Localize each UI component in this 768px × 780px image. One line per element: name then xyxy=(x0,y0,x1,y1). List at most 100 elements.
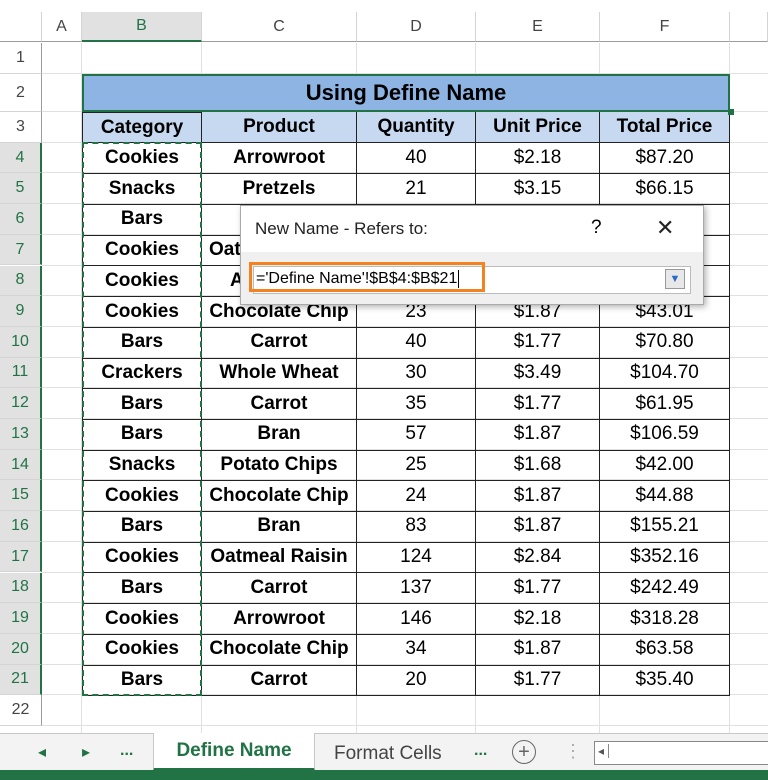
data-cell[interactable]: 35 xyxy=(357,388,476,420)
column-heading[interactable]: Unit Price xyxy=(476,112,600,143)
row-header-20[interactable]: 20 xyxy=(0,633,42,665)
next-sheet-button[interactable]: ▸ xyxy=(82,742,90,762)
row-header-19[interactable]: 19 xyxy=(0,603,42,634)
more-sheets-left[interactable]: ... xyxy=(120,742,133,760)
data-cell[interactable]: 25 xyxy=(357,449,476,482)
row-header-22[interactable]: 22 xyxy=(0,695,42,726)
row-header-18[interactable]: 18 xyxy=(0,572,42,604)
row-header-9[interactable]: 9 xyxy=(0,296,42,327)
column-heading[interactable]: Quantity xyxy=(357,112,476,143)
help-button[interactable]: ? xyxy=(591,217,602,239)
horizontal-scrollbar[interactable]: ◂ xyxy=(594,741,768,765)
refers-to-input[interactable]: ='Define Name'!$B$4:$B$21 xyxy=(256,270,460,288)
add-sheet-button[interactable]: + xyxy=(512,740,536,764)
column-header-F[interactable]: F xyxy=(600,12,730,42)
data-cell[interactable]: $87.20 xyxy=(600,142,730,175)
data-cell[interactable]: Chocolate Chip xyxy=(202,480,357,513)
data-cell[interactable]: $2.84 xyxy=(476,541,600,574)
data-cell[interactable]: 83 xyxy=(357,511,476,543)
row-header-12[interactable]: 12 xyxy=(0,388,42,419)
data-cell[interactable]: $1.87 xyxy=(476,419,600,451)
column-header-A[interactable]: A xyxy=(42,12,82,42)
data-cell[interactable]: $2.18 xyxy=(476,603,600,635)
data-cell[interactable]: $63.58 xyxy=(600,633,730,666)
data-cell[interactable]: $66.15 xyxy=(600,173,730,206)
row-header-4[interactable]: 4 xyxy=(0,142,42,174)
data-cell[interactable]: Potato Chips xyxy=(202,449,357,482)
data-cell[interactable]: $35.40 xyxy=(600,664,730,697)
column-header-B[interactable]: B xyxy=(82,12,202,42)
tab-format-cells[interactable]: Format Cells xyxy=(334,743,442,765)
data-cell[interactable]: 40 xyxy=(357,326,476,359)
data-cell[interactable]: $1.77 xyxy=(476,326,600,359)
column-heading[interactable]: Product xyxy=(202,112,357,143)
data-cell[interactable]: $242.49 xyxy=(600,572,730,605)
data-cell[interactable]: 34 xyxy=(357,633,476,666)
data-cell[interactable]: 57 xyxy=(357,419,476,451)
data-cell[interactable]: $106.59 xyxy=(600,419,730,451)
data-cell[interactable]: Whole Wheat xyxy=(202,357,357,390)
data-cell[interactable]: Chocolate Chip xyxy=(202,633,357,666)
data-cell[interactable]: 40 xyxy=(357,142,476,175)
row-header-14[interactable]: 14 xyxy=(0,449,42,481)
column-header-C[interactable]: C xyxy=(202,12,357,42)
column-heading[interactable]: Total Price xyxy=(600,112,730,143)
row-header-5[interactable]: 5 xyxy=(0,173,42,205)
data-cell[interactable]: 30 xyxy=(357,357,476,390)
data-cell[interactable]: Arrowroot xyxy=(202,142,357,175)
data-cell[interactable]: Pretzels xyxy=(202,173,357,206)
data-cell[interactable]: $70.80 xyxy=(600,326,730,359)
tab-define-name[interactable]: Define Name xyxy=(153,733,315,771)
fill-handle[interactable] xyxy=(728,109,734,115)
data-cell[interactable]: $42.00 xyxy=(600,449,730,482)
row-header-11[interactable]: 11 xyxy=(0,357,42,389)
row-header-8[interactable]: 8 xyxy=(0,265,42,297)
more-sheets-right[interactable]: ... xyxy=(474,742,487,760)
row-header-17[interactable]: 17 xyxy=(0,541,42,573)
row-header-13[interactable]: 13 xyxy=(0,419,42,450)
data-cell[interactable]: 20 xyxy=(357,664,476,697)
data-cell[interactable]: $1.77 xyxy=(476,664,600,697)
data-cell[interactable]: 137 xyxy=(357,572,476,605)
row-header-15[interactable]: 15 xyxy=(0,480,42,512)
data-cell[interactable]: $3.15 xyxy=(476,173,600,206)
data-cell[interactable]: $2.18 xyxy=(476,142,600,175)
data-cell[interactable]: $1.87 xyxy=(476,480,600,513)
data-cell[interactable]: $155.21 xyxy=(600,511,730,543)
row-header-6[interactable]: 6 xyxy=(0,204,42,235)
column-header-D[interactable]: D xyxy=(357,12,476,42)
title-cell[interactable]: Using Define Name xyxy=(82,74,730,112)
collapse-dialog-icon[interactable]: ▼ xyxy=(665,269,685,289)
row-header-1[interactable]: 1 xyxy=(0,43,42,74)
row-header-7[interactable]: 7 xyxy=(0,234,42,266)
data-cell[interactable]: $318.28 xyxy=(600,603,730,635)
row-header-3[interactable]: 3 xyxy=(0,112,42,143)
column-heading[interactable]: Category xyxy=(82,112,202,143)
data-cell[interactable]: Oatmeal Raisin xyxy=(202,541,357,574)
data-cell[interactable]: $1.77 xyxy=(476,572,600,605)
data-cell[interactable]: 21 xyxy=(357,173,476,206)
close-button[interactable]: ✕ xyxy=(656,215,674,241)
row-header-2[interactable]: 2 xyxy=(0,74,42,112)
data-cell[interactable]: $1.68 xyxy=(476,449,600,482)
row-header-21[interactable]: 21 xyxy=(0,664,42,696)
data-cell[interactable]: Carrot xyxy=(202,572,357,605)
data-cell[interactable]: $104.70 xyxy=(600,357,730,390)
select-all-corner[interactable] xyxy=(0,12,42,42)
row-header-10[interactable]: 10 xyxy=(0,326,42,358)
scroll-left-icon[interactable]: ◂ xyxy=(598,744,610,758)
tab-splitter[interactable]: ⋮ xyxy=(564,741,582,762)
prev-sheet-button[interactable]: ◂ xyxy=(38,742,46,762)
data-cell[interactable]: Bran xyxy=(202,419,357,451)
data-cell[interactable]: $44.88 xyxy=(600,480,730,513)
data-cell[interactable]: Bran xyxy=(202,511,357,543)
row-header-16[interactable]: 16 xyxy=(0,511,42,542)
data-cell[interactable]: Carrot xyxy=(202,388,357,420)
data-cell[interactable]: $352.16 xyxy=(600,541,730,574)
data-cell[interactable]: Arrowroot xyxy=(202,603,357,635)
data-cell[interactable]: $3.49 xyxy=(476,357,600,390)
data-cell[interactable]: Carrot xyxy=(202,664,357,697)
column-header-E[interactable]: E xyxy=(476,12,600,42)
data-cell[interactable]: Carrot xyxy=(202,326,357,359)
data-cell[interactable]: 124 xyxy=(357,541,476,574)
